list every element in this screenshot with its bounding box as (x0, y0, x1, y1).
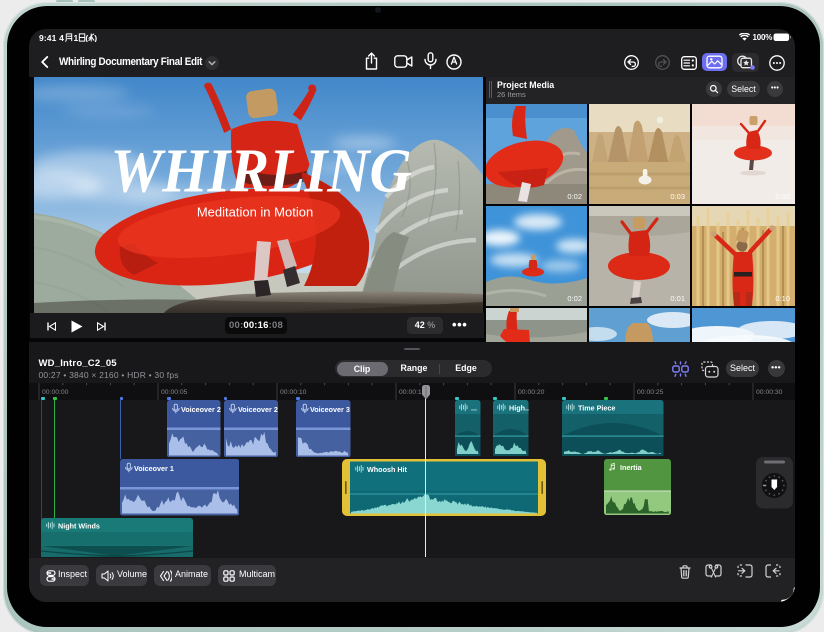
svg-text:Time Piece: Time Piece (578, 403, 615, 412)
svg-text:1: 1 (74, 33, 79, 42)
svg-text:00:00:20: 00:00:20 (518, 389, 545, 396)
svg-text:00:00:10: 00:00:10 (280, 389, 307, 396)
svg-text:0:10: 0:10 (775, 294, 790, 303)
svg-text:Voiceover 2: Voiceover 2 (238, 405, 278, 414)
svg-text:(: ( (85, 33, 88, 42)
svg-text:High...: High... (509, 403, 529, 412)
svg-text:Whoosh Hit: Whoosh Hit (367, 465, 408, 474)
svg-text:00:00:05: 00:00:05 (161, 389, 188, 396)
svg-text:4: 4 (59, 33, 64, 42)
svg-text:Voiceover 2: Voiceover 2 (181, 405, 221, 414)
svg-text:0:02: 0:02 (567, 192, 582, 201)
svg-text:Meditation in Motion: Meditation in Motion (197, 205, 313, 220)
svg-text:0:02: 0:02 (567, 294, 582, 303)
svg-text:Night Winds: Night Winds (58, 521, 100, 530)
svg-text:Voiceover 1: Voiceover 1 (134, 464, 174, 473)
svg-text:00:00:30: 00:00:30 (756, 389, 783, 396)
svg-text:00:00:25: 00:00:25 (637, 389, 664, 396)
svg-text:00:00:00: 00:00:00 (42, 389, 69, 396)
svg-text:): ) (94, 33, 97, 42)
svg-text:WHIRLING: WHIRLING (110, 137, 411, 206)
svg-text:0:02: 0:02 (775, 192, 790, 201)
svg-text:Inertia: Inertia (620, 463, 643, 472)
svg-text:Voiceover 3: Voiceover 3 (310, 405, 350, 414)
svg-text:...: ... (471, 403, 477, 412)
svg-text:0:01: 0:01 (670, 294, 685, 303)
svg-text:0:03: 0:03 (670, 192, 685, 201)
